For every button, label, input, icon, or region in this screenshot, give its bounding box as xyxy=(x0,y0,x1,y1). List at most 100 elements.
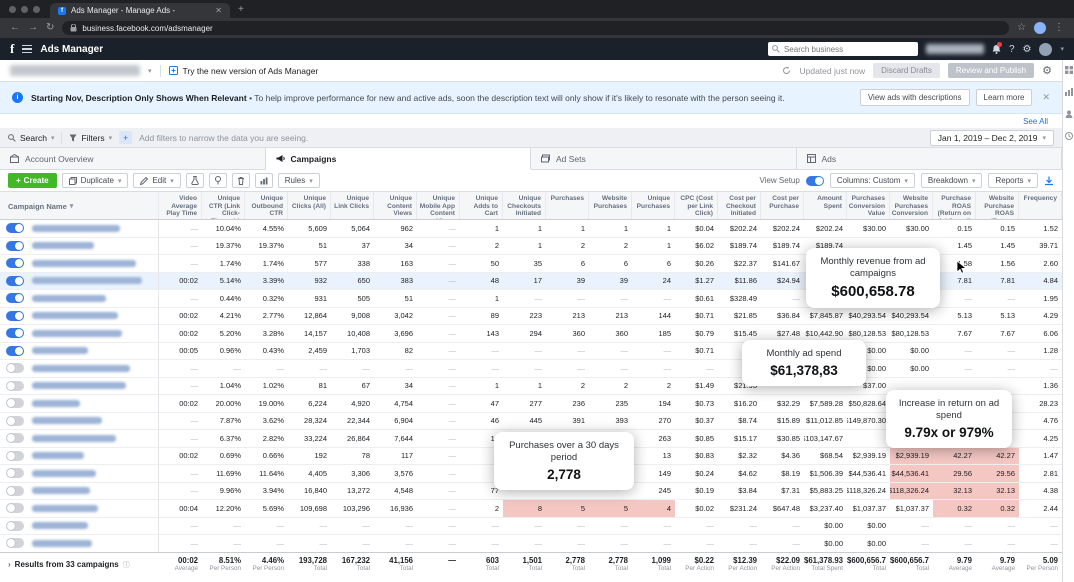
column-header[interactable]: Cost per Checkout Initiated xyxy=(718,192,761,219)
grid-rail-icon[interactable] xyxy=(1065,66,1073,74)
search-filter-chip[interactable]: Search ▾ xyxy=(8,133,54,143)
campaign-name-redacted[interactable] xyxy=(32,277,142,284)
notifications-bell-icon[interactable] xyxy=(992,44,1001,54)
try-new-version-link[interactable]: Try the new version of Ads Manager xyxy=(169,66,319,76)
refresh-icon[interactable] xyxy=(782,66,791,75)
filters-chip[interactable]: Filters ▾ xyxy=(69,133,112,143)
discard-drafts-button[interactable]: Discard Drafts xyxy=(873,63,940,78)
address-bar[interactable]: business.facebook.com/adsmanager xyxy=(62,21,1009,35)
window-close-button[interactable] xyxy=(9,6,16,13)
help-icon[interactable]: ? xyxy=(1009,44,1015,55)
business-search[interactable] xyxy=(768,42,918,56)
window-controls[interactable] xyxy=(9,6,40,13)
view-setup-toggle[interactable] xyxy=(806,176,824,186)
profile-avatar[interactable] xyxy=(1039,43,1052,56)
window-maximize-button[interactable] xyxy=(33,6,40,13)
campaign-toggle[interactable] xyxy=(6,398,24,408)
create-button[interactable]: +Create xyxy=(8,173,57,188)
settings-gear-icon[interactable]: ⚙ xyxy=(1023,44,1032,55)
column-header[interactable]: Unique CTR (Link Click-Through) xyxy=(202,192,245,219)
delete-button[interactable] xyxy=(232,173,250,188)
settings-gear-icon[interactable]: ⚙ xyxy=(1042,64,1052,77)
campaign-toggle[interactable] xyxy=(6,223,24,233)
campaign-name-redacted[interactable] xyxy=(32,417,102,424)
hamburger-menu-icon[interactable] xyxy=(22,45,32,54)
table-row[interactable]: ———————————————$0.00$0.00———— xyxy=(0,518,1062,536)
table-row[interactable]: 00:0412.20%5.69%109,698103,29616,936—285… xyxy=(0,500,1062,518)
duplicate-button[interactable]: Duplicate▾ xyxy=(62,173,129,188)
campaign-toggle[interactable] xyxy=(6,363,24,373)
campaign-toggle[interactable] xyxy=(6,276,24,286)
date-range-picker[interactable]: Jan 1, 2019 – Dec 2, 2019 ▾ xyxy=(930,130,1054,146)
campaign-name-redacted[interactable] xyxy=(32,312,118,319)
chevron-down-icon[interactable]: ▾ xyxy=(1060,45,1064,53)
column-header[interactable]: Purchases xyxy=(546,192,589,219)
campaign-name-redacted[interactable] xyxy=(32,487,90,494)
column-header[interactable]: Amount Spent xyxy=(804,192,847,219)
bookmark-star-icon[interactable]: ☆ xyxy=(1017,23,1026,33)
column-header[interactable]: Unique Checkouts Initiated xyxy=(503,192,546,219)
column-header-campaign-name[interactable]: Campaign Name▾ xyxy=(0,192,159,219)
account-chevron-icon[interactable]: ▾ xyxy=(148,67,152,75)
campaign-toggle[interactable] xyxy=(6,521,24,531)
table-row[interactable]: —10.04%4.55%5,6095,064962—11111$0.04$202… xyxy=(0,220,1062,238)
table-row[interactable]: —————————————$0.00$0.00——— xyxy=(0,360,1062,378)
column-header[interactable]: CPC (Cost per Link Click) xyxy=(675,192,718,219)
campaign-name-redacted[interactable] xyxy=(32,260,136,267)
facebook-logo[interactable]: f xyxy=(10,41,14,57)
campaign-toggle[interactable] xyxy=(6,346,24,356)
browser-profile-avatar[interactable] xyxy=(1034,22,1046,34)
campaign-toggle[interactable] xyxy=(6,468,24,478)
campaign-name-redacted[interactable] xyxy=(32,330,122,337)
campaign-name-redacted[interactable] xyxy=(32,470,96,477)
campaign-toggle[interactable] xyxy=(6,433,24,443)
rules-button[interactable]: Rules▾ xyxy=(278,173,320,188)
campaign-toggle[interactable] xyxy=(6,311,24,321)
forward-icon[interactable]: → xyxy=(28,23,38,33)
campaign-toggle[interactable] xyxy=(6,241,24,251)
table-row[interactable]: 00:024.21%2.77%12,8649,0083,042—89223213… xyxy=(0,308,1062,326)
column-header[interactable]: Unique Adds to Cart xyxy=(460,192,503,219)
banner-close-icon[interactable]: ✕ xyxy=(1042,92,1050,103)
back-icon[interactable]: ← xyxy=(10,23,20,33)
tab-account-overview[interactable]: Account Overview xyxy=(0,148,266,170)
pin-button[interactable] xyxy=(209,173,227,188)
results-summary[interactable]: ›Results from 33 campaignsⓘ xyxy=(0,553,159,576)
column-header[interactable]: Unique Content Views xyxy=(374,192,417,219)
tab-close-icon[interactable]: ✕ xyxy=(215,6,222,15)
column-header[interactable]: Unique Mobile App Content Views xyxy=(417,192,460,219)
new-tab-button[interactable]: + xyxy=(238,4,244,15)
tab-campaigns[interactable]: Campaigns xyxy=(266,148,532,170)
column-header[interactable]: Website Purchases xyxy=(589,192,632,219)
chart-rail-icon[interactable] xyxy=(1065,88,1073,96)
export-icon[interactable] xyxy=(1044,176,1054,186)
table-row[interactable]: 00:025.20%3.28%14,15710,4083,696—1432943… xyxy=(0,325,1062,343)
edit-button[interactable]: Edit▾ xyxy=(133,173,180,188)
search-input[interactable] xyxy=(768,42,918,56)
column-header[interactable]: Frequency xyxy=(1019,192,1062,219)
browser-menu-icon[interactable]: ⋮ xyxy=(1054,23,1064,33)
add-filter-button[interactable]: + xyxy=(119,131,132,144)
column-header[interactable]: Cost per Purchase xyxy=(761,192,804,219)
campaign-toggle[interactable] xyxy=(6,328,24,338)
campaign-name-redacted[interactable] xyxy=(32,435,116,442)
campaign-name-redacted[interactable] xyxy=(32,452,84,459)
campaign-toggle[interactable] xyxy=(6,538,24,548)
campaign-toggle[interactable] xyxy=(6,416,24,426)
campaign-toggle[interactable] xyxy=(6,486,24,496)
account-selector-redacted[interactable] xyxy=(10,65,140,76)
campaign-name-redacted[interactable] xyxy=(32,505,98,512)
breakdown-button[interactable]: Breakdown▾ xyxy=(921,173,983,188)
ab-test-button[interactable] xyxy=(186,173,204,188)
tab-ad-sets[interactable]: Ad Sets xyxy=(531,148,797,170)
campaign-name-redacted[interactable] xyxy=(32,365,130,372)
reports-button[interactable]: Reports▾ xyxy=(988,173,1038,188)
table-row[interactable]: ———————————————$0.00$0.00———— xyxy=(0,535,1062,552)
tab-ads[interactable]: Ads xyxy=(797,148,1063,170)
reload-icon[interactable]: ↻ xyxy=(46,23,54,33)
campaign-name-redacted[interactable] xyxy=(32,540,92,547)
table-row[interactable]: 00:050.96%0.43%2,4591,70382——————$0.71$0… xyxy=(0,343,1062,361)
column-header[interactable]: Website Purchases Conversion xyxy=(890,192,933,219)
learn-more-button[interactable]: Learn more xyxy=(976,89,1033,106)
view-ads-descriptions-button[interactable]: View ads with descriptions xyxy=(860,89,970,106)
